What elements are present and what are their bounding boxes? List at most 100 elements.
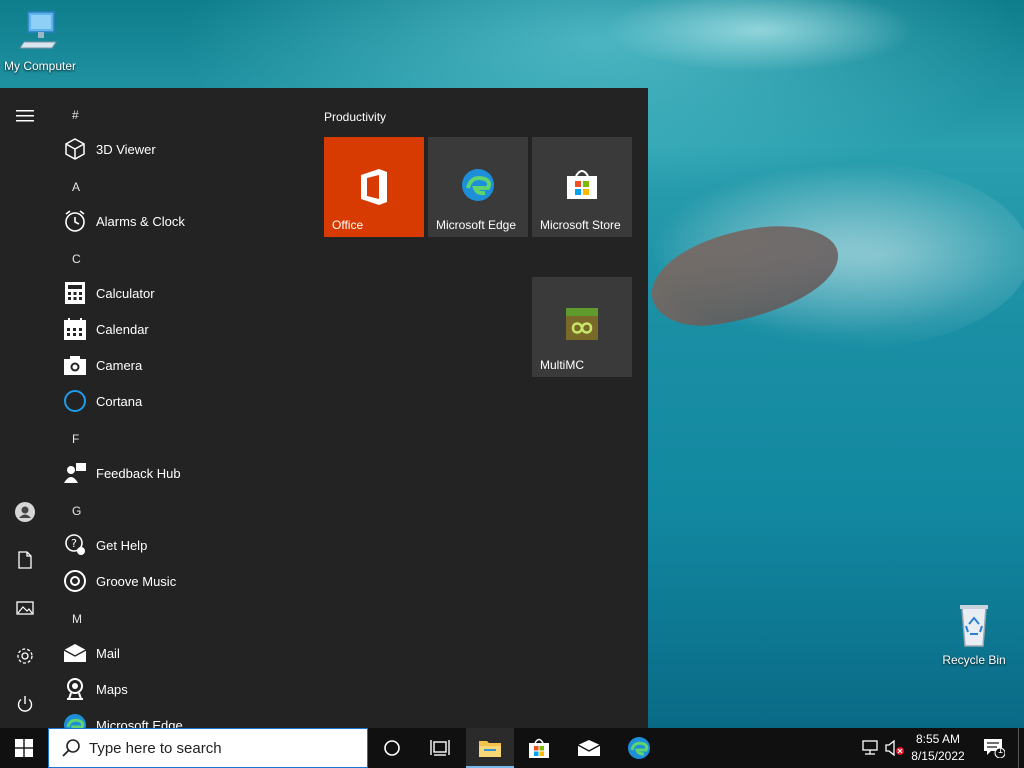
app-groove-music[interactable]: Groove Music — [62, 564, 292, 598]
tile-label: Microsoft Store — [540, 218, 621, 232]
store-taskbar-button[interactable] — [514, 728, 564, 768]
camera-icon — [62, 352, 88, 378]
app-name: Microsoft Edge — [96, 717, 183, 729]
app-maps[interactable]: Maps — [62, 672, 292, 706]
get-help-icon: ? — [62, 532, 88, 558]
clock-date: 8/15/2022 — [911, 749, 965, 763]
app-alarms-clock[interactable]: Alarms & Clock — [62, 204, 292, 238]
app-calendar[interactable]: Calendar — [62, 312, 292, 346]
action-center-button[interactable]: 1 — [978, 728, 1010, 768]
mail-taskbar-button[interactable] — [564, 728, 614, 768]
app-name: Calculator — [96, 285, 155, 301]
show-desktop-button[interactable] — [1018, 728, 1024, 768]
tile-group-title[interactable]: Productivity — [324, 110, 386, 124]
notification-count-badge: 1 — [998, 745, 1004, 755]
app-list: # 3D Viewer A Alarms & Clock C Calculato… — [50, 88, 300, 728]
app-get-help[interactable]: ? Get Help — [62, 528, 292, 562]
3d-viewer-icon — [62, 136, 88, 162]
app-calculator[interactable]: Calculator — [62, 276, 292, 310]
network-icon — [862, 740, 878, 755]
desktop-icon-label: My Computer — [3, 59, 77, 73]
recycle-bin-icon — [960, 605, 988, 647]
power-button[interactable] — [0, 684, 50, 724]
store-icon — [532, 167, 632, 201]
taskbar: Type here to search 8:55 AM 8/15/2022 1 — [0, 728, 1024, 768]
cortana-button[interactable] — [368, 728, 416, 768]
feedback-hub-icon — [62, 460, 88, 486]
app-name: Cortana — [96, 393, 143, 409]
desktop-icon-recycle-bin[interactable]: Recycle Bin — [934, 602, 1014, 667]
alarm-clock-icon — [62, 208, 88, 234]
multimc-icon — [532, 307, 632, 341]
hamburger-menu-button[interactable] — [0, 96, 50, 136]
user-account-icon — [15, 502, 35, 522]
edge-icon — [62, 712, 88, 728]
letter-header[interactable]: # — [72, 108, 79, 122]
app-name: Alarms & Clock — [96, 213, 185, 229]
search-input[interactable]: Type here to search — [89, 740, 222, 757]
start-menu: # 3D Viewer A Alarms & Clock C Calculato… — [0, 88, 648, 728]
tile-microsoft-store[interactable]: Microsoft Store — [532, 137, 632, 237]
system-clock[interactable]: 8:55 AM 8/15/2022 — [906, 731, 970, 765]
cortana-icon — [62, 388, 88, 414]
maps-icon — [62, 676, 88, 702]
app-name: Mail — [96, 645, 120, 661]
app-name: Feedback Hub — [96, 465, 181, 481]
app-name: Calendar — [96, 321, 149, 337]
documents-button[interactable] — [0, 540, 50, 580]
pictures-icon — [16, 601, 34, 615]
file-explorer-icon — [479, 741, 501, 757]
search-box[interactable]: Type here to search — [48, 728, 368, 768]
volume-muted-icon — [885, 740, 904, 756]
letter-header[interactable]: F — [72, 432, 79, 446]
letter-header[interactable]: G — [72, 504, 81, 518]
file-explorer-button[interactable] — [466, 728, 514, 768]
tile-label: MultiMC — [540, 358, 584, 372]
tile-office[interactable]: Office — [324, 137, 424, 237]
tile-multimc[interactable]: MultiMC — [532, 277, 632, 377]
calculator-icon — [62, 280, 88, 306]
tile-label: Office — [332, 218, 364, 232]
network-button[interactable] — [860, 728, 882, 768]
clock-time: 8:55 AM — [915, 732, 961, 746]
app-name: Maps — [96, 681, 128, 697]
tile-label: Microsoft Edge — [436, 218, 517, 232]
app-mail[interactable]: Mail — [62, 636, 292, 670]
settings-icon — [17, 648, 33, 664]
groove-music-icon — [62, 568, 88, 594]
task-view-button[interactable] — [416, 728, 464, 768]
letter-header[interactable]: C — [72, 252, 81, 266]
search-icon — [62, 739, 80, 757]
app-feedback-hub[interactable]: Feedback Hub — [62, 456, 292, 490]
mail-icon — [62, 640, 88, 666]
edge-icon — [428, 167, 528, 203]
app-microsoft-edge[interactable]: Microsoft Edge — [62, 708, 292, 728]
documents-icon — [18, 551, 32, 569]
letter-header[interactable]: A — [72, 180, 80, 194]
start-rail — [0, 88, 50, 728]
calendar-icon — [62, 316, 88, 342]
desktop-icon-label: Recycle Bin — [942, 653, 1006, 667]
edge-icon — [628, 737, 650, 759]
tile-microsoft-edge[interactable]: Microsoft Edge — [428, 137, 528, 237]
volume-button[interactable] — [884, 728, 906, 768]
cortana-icon — [384, 740, 400, 756]
edge-taskbar-button[interactable] — [614, 728, 664, 768]
task-view-icon — [430, 740, 450, 756]
pictures-button[interactable] — [0, 588, 50, 628]
user-account-button[interactable] — [0, 492, 50, 532]
store-icon — [529, 738, 549, 758]
mail-icon — [577, 740, 601, 756]
app-name: 3D Viewer — [96, 141, 156, 157]
start-button[interactable] — [0, 728, 48, 768]
svg-text:?: ? — [71, 537, 77, 550]
start-windows-icon — [15, 739, 33, 757]
settings-button[interactable] — [0, 636, 50, 676]
letter-header[interactable]: M — [72, 612, 82, 626]
app-camera[interactable]: Camera — [62, 348, 292, 382]
office-icon — [324, 167, 424, 207]
desktop-icon-my-computer[interactable]: My Computer — [0, 8, 80, 73]
app-cortana[interactable]: Cortana — [62, 384, 292, 418]
app-3d-viewer[interactable]: 3D Viewer — [62, 132, 292, 166]
computer-icon — [19, 11, 57, 49]
